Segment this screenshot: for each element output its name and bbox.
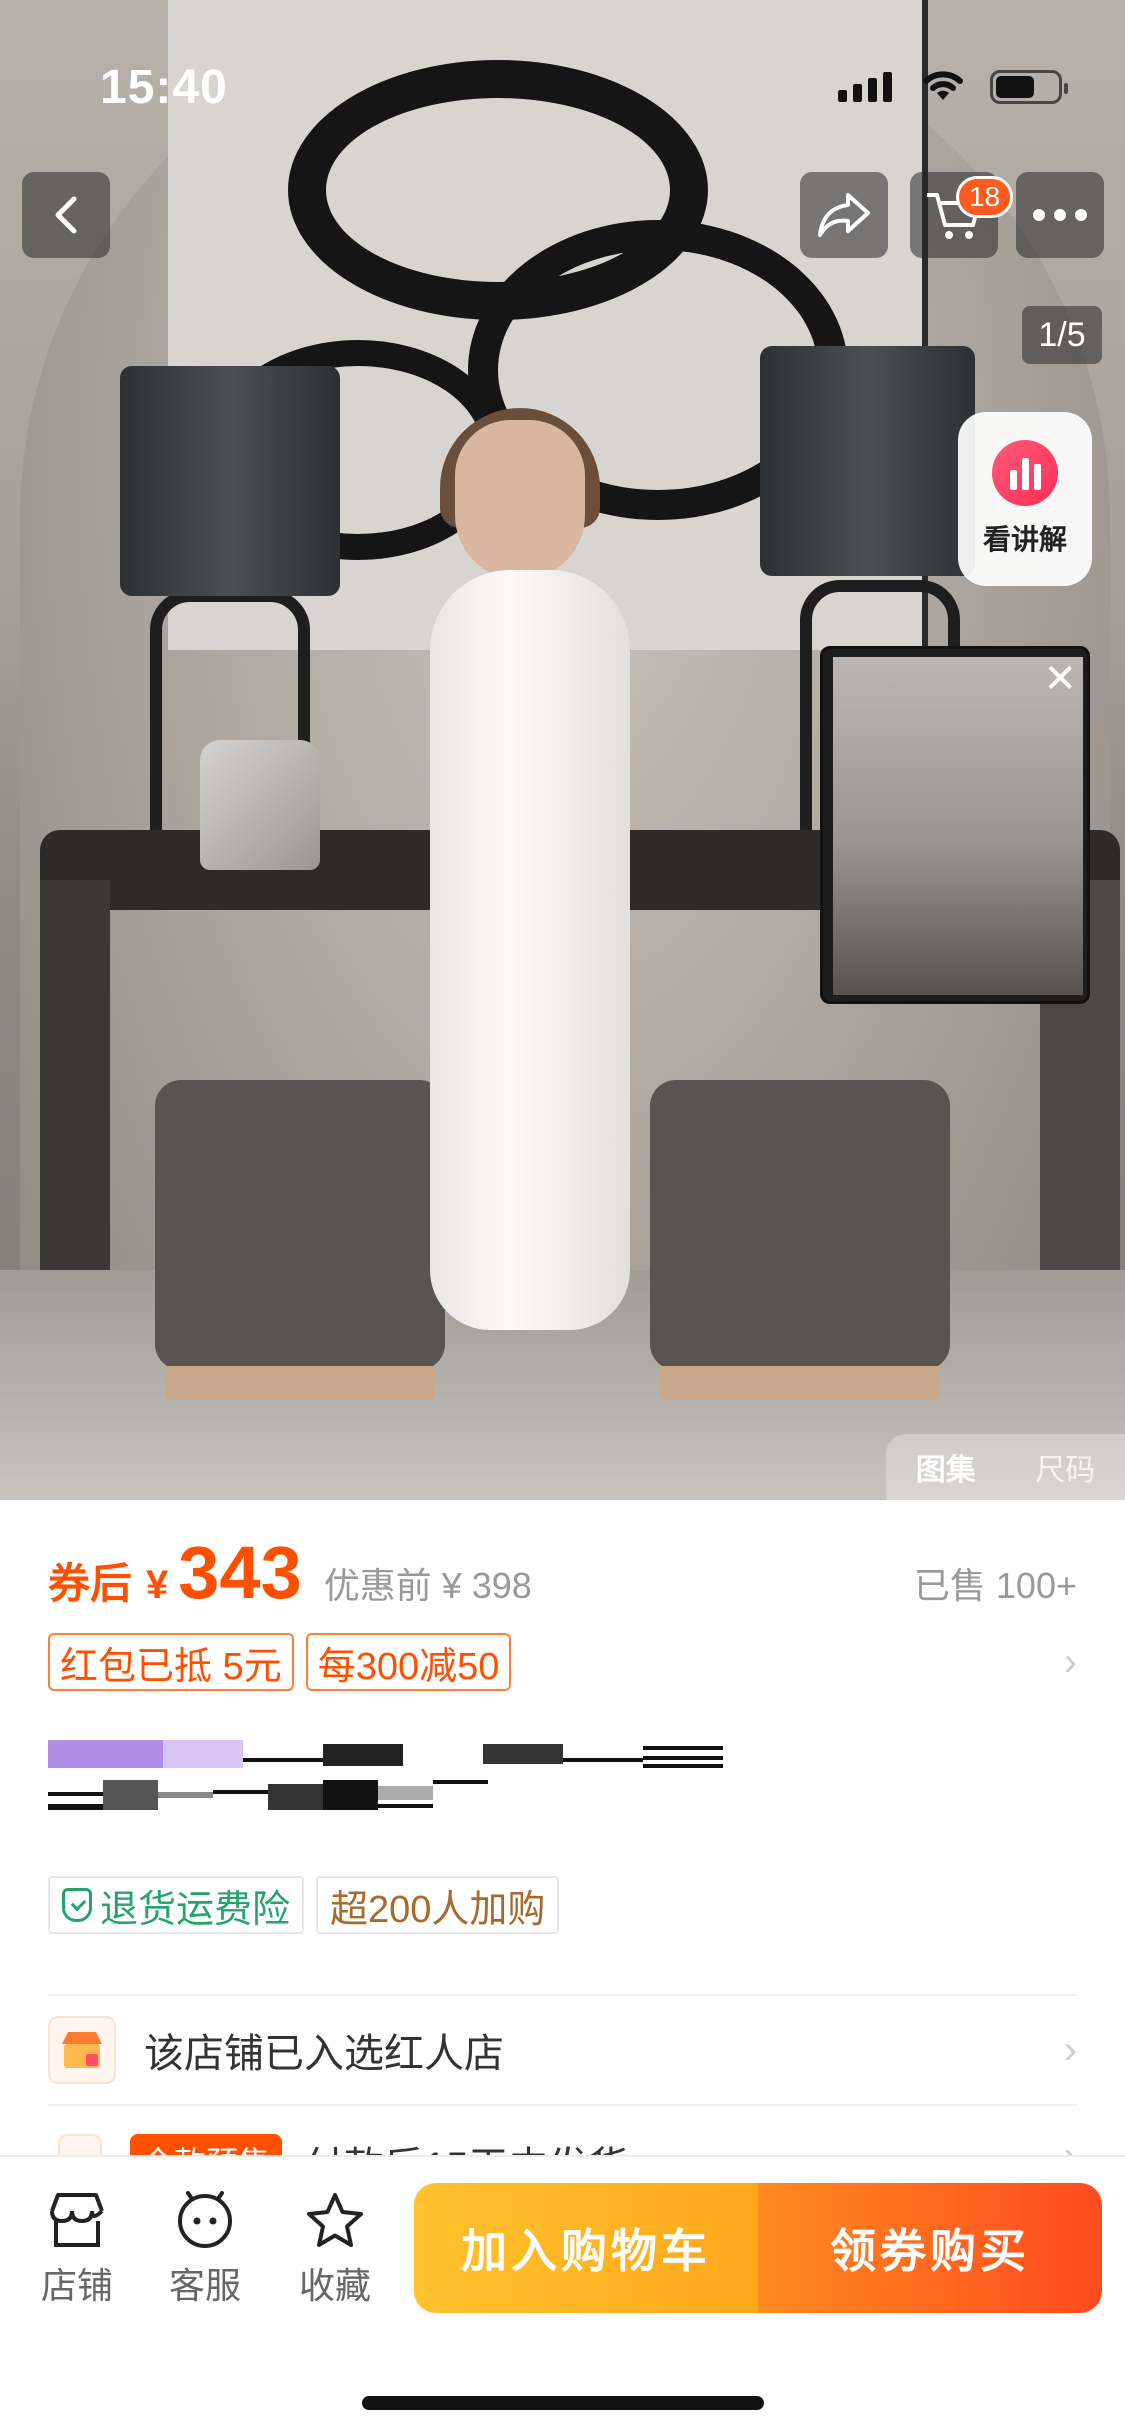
coupon-row[interactable]: 红包已抵 5元 每300减50 › xyxy=(48,1632,1077,1692)
cellular-signal-icon xyxy=(838,72,892,102)
status-bar: 15:40 xyxy=(0,0,1125,160)
video-frame xyxy=(833,657,1083,995)
product-image-gallery[interactable]: 15:40 18 1/5 看讲解 ✕ 图集 尺码 xyxy=(0,0,1125,1500)
back-button[interactable] xyxy=(22,172,110,258)
lamp-right-shade xyxy=(760,346,975,576)
tab-gallery[interactable]: 图集 xyxy=(916,1445,976,1489)
chevron-right-icon: › xyxy=(1063,2027,1077,2072)
service-button[interactable]: 客服 xyxy=(150,2191,260,2309)
video-preview-window[interactable]: ✕ xyxy=(820,646,1090,1004)
share-icon xyxy=(818,193,870,237)
customer-service-icon xyxy=(178,2191,232,2248)
shop-button[interactable]: 店铺 xyxy=(22,2191,132,2309)
bottom-action-bar: 店铺 客服 收藏 加入购物车 领券购买 xyxy=(0,2155,1125,2436)
photo-model xyxy=(400,408,660,1500)
lamp-left-shade xyxy=(120,366,340,596)
tag-return-insurance[interactable]: 退货运费险 xyxy=(48,1876,305,1934)
favorite-button[interactable]: 收藏 xyxy=(280,2191,390,2309)
lecture-label: 看讲解 xyxy=(982,524,1067,555)
store-icon xyxy=(50,2193,104,2247)
sold-count: 已售 100+ xyxy=(913,1565,1077,1606)
price-prefix: 券后 xyxy=(48,1560,133,1607)
more-dots-icon xyxy=(1033,209,1087,221)
add-to-cart-button[interactable]: 加入购物车 xyxy=(414,2183,758,2313)
chevron-right-icon: › xyxy=(1063,1639,1077,1684)
price-original: 优惠前 ¥ 398 xyxy=(323,1565,532,1606)
tab-size[interactable]: 尺码 xyxy=(1035,1445,1095,1489)
favorite-label: 收藏 xyxy=(298,2265,371,2306)
home-indicator xyxy=(362,2396,764,2410)
tag-return-insurance-label: 退货运费险 xyxy=(100,1888,291,1931)
chevron-left-icon xyxy=(55,196,77,234)
product-title-redacted xyxy=(48,1740,723,1810)
image-page-indicator: 1/5 xyxy=(1022,306,1102,364)
service-tags: 退货运费险 超200人加购 xyxy=(48,1876,560,1934)
coupon-discount[interactable]: 每300减50 xyxy=(305,1633,512,1691)
gallery-tabs: 图集 尺码 xyxy=(886,1434,1125,1500)
status-time: 15:40 xyxy=(100,61,228,114)
store-icon xyxy=(48,2016,116,2084)
tag-popular-label: 超200人加购 xyxy=(330,1888,546,1931)
coupon-redpacket[interactable]: 红包已抵 5元 xyxy=(48,1633,294,1691)
share-button[interactable] xyxy=(800,172,888,258)
more-button[interactable] xyxy=(1016,172,1104,258)
wifi-icon xyxy=(923,71,963,100)
chart-bars-icon xyxy=(992,440,1058,506)
photo-stool-right xyxy=(650,1080,950,1400)
product-info: 券后 ¥ 343 优惠前 ¥ 398 已售 100+ 红包已抵 5元 每300减… xyxy=(0,1500,1125,2200)
price-currency: ¥ xyxy=(146,1563,169,1607)
price-value: 343 xyxy=(178,1531,302,1614)
battery-icon xyxy=(990,70,1068,104)
buy-with-coupon-button[interactable]: 领券购买 xyxy=(758,2183,1102,2313)
star-icon xyxy=(307,2193,363,2247)
cart-count-badge: 18 xyxy=(956,176,1014,218)
store-row[interactable]: 该店铺已入选红人店 › xyxy=(48,1994,1077,2104)
lecture-button[interactable]: 看讲解 xyxy=(958,412,1092,586)
close-icon[interactable]: ✕ xyxy=(1043,659,1077,699)
tag-popular: 超200人加购 xyxy=(316,1876,560,1934)
photo-handbag xyxy=(200,740,320,870)
price-row: 券后 ¥ 343 优惠前 ¥ 398 已售 100+ xyxy=(48,1530,1077,1620)
service-label: 客服 xyxy=(168,2265,241,2306)
shield-check-icon xyxy=(62,1888,92,1922)
shop-label: 店铺 xyxy=(40,2265,113,2306)
store-row-text: 该店铺已入选红人店 xyxy=(144,2032,504,2076)
